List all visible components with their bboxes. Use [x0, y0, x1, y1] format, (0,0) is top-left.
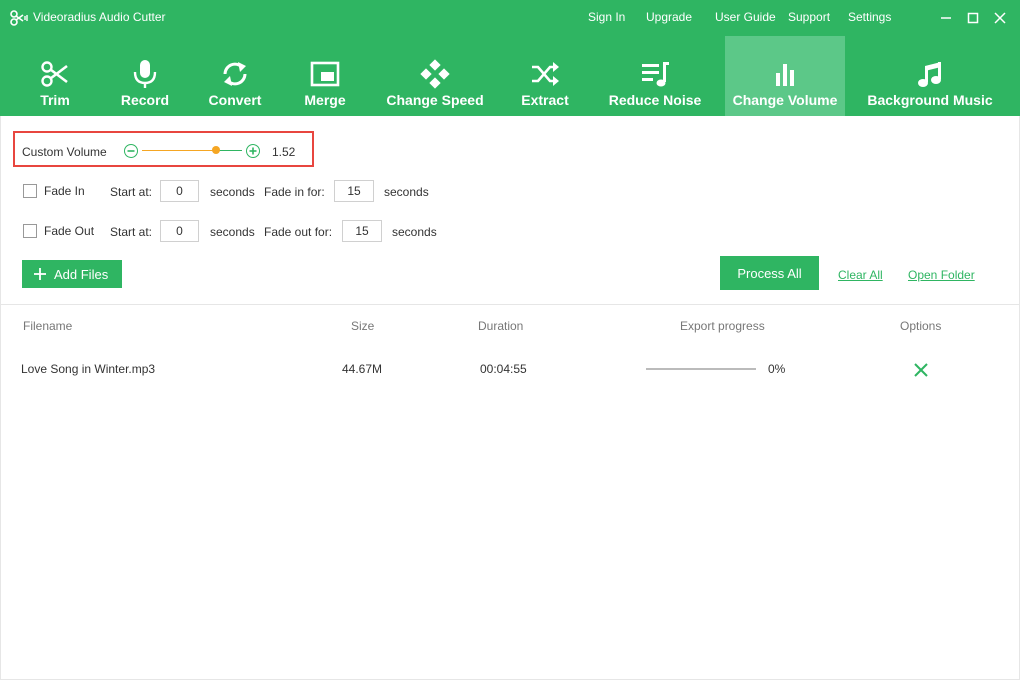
volume-increase-button[interactable]: [246, 144, 260, 158]
tab-change-speed[interactable]: Change Speed: [375, 36, 495, 116]
plus-icon: [34, 268, 46, 280]
maximize-icon[interactable]: [963, 8, 983, 28]
clear-all-link[interactable]: Clear All: [838, 268, 883, 282]
column-duration: Duration: [478, 319, 524, 333]
row-duration: 00:04:55: [480, 362, 527, 376]
app-title: Videoradius Audio Cutter: [33, 10, 166, 24]
add-files-button[interactable]: Add Files: [22, 260, 122, 288]
tab-trim[interactable]: Trim: [15, 36, 95, 116]
fade-in-label: Fade In: [44, 184, 85, 198]
tab-change-volume[interactable]: Change Volume: [725, 36, 845, 116]
row-progress-percent: 0%: [768, 362, 786, 376]
volume-slider-thumb[interactable]: [212, 146, 220, 154]
tab-trim-label: Trim: [40, 92, 70, 108]
fade-in-duration-input[interactable]: [334, 180, 374, 202]
volume-decrease-button[interactable]: [124, 144, 138, 158]
tab-extract[interactable]: Extract: [505, 36, 585, 116]
tab-reduce-noise-label: Reduce Noise: [608, 92, 702, 108]
tab-background-music-label: Background Music: [867, 92, 993, 108]
bar-chart-icon: [776, 64, 794, 86]
tab-record[interactable]: Record: [105, 36, 185, 116]
support-link[interactable]: Support: [788, 10, 830, 24]
tab-background-music[interactable]: Background Music: [855, 36, 1005, 116]
close-icon[interactable]: [990, 8, 1010, 28]
column-export-progress: Export progress: [680, 319, 765, 333]
tab-merge-label: Merge: [304, 92, 346, 108]
upgrade-link[interactable]: Upgrade: [646, 10, 692, 24]
custom-volume-label: Custom Volume: [22, 145, 107, 159]
column-options: Options: [900, 319, 942, 333]
shuffle-icon: [532, 62, 559, 86]
fade-out-duration-input[interactable]: [342, 220, 382, 242]
row-size: 44.67M: [342, 362, 383, 376]
fade-out-duration-unit: seconds: [392, 225, 437, 239]
fade-out-duration-label: Fade out for:: [264, 225, 333, 239]
tab-reduce-noise[interactable]: Reduce Noise: [595, 36, 715, 116]
fade-out-start-label: Start at:: [110, 225, 153, 239]
process-all-button[interactable]: Process All: [720, 256, 819, 290]
tab-change-volume-label: Change Volume: [732, 92, 838, 108]
fade-in-duration-label: Fade in for:: [264, 185, 325, 199]
fade-out-checkbox[interactable]: [23, 224, 37, 238]
tab-change-speed-label: Change Speed: [386, 92, 484, 108]
row-progress-bar: [646, 368, 756, 370]
user-guide-link[interactable]: User Guide: [715, 10, 776, 24]
row-filename: Love Song in Winter.mp3: [21, 362, 156, 376]
open-folder-link[interactable]: Open Folder: [908, 268, 975, 282]
fade-in-start-input[interactable]: [160, 180, 199, 202]
fade-out-start-input[interactable]: [160, 220, 199, 242]
settings-link[interactable]: Settings: [848, 10, 891, 24]
feature-toolbar: Trim Record Convert Merge Change Speed E…: [0, 36, 1020, 116]
volume-slider-fill: [142, 150, 216, 151]
fade-in-duration-unit: seconds: [384, 185, 429, 199]
tab-convert-label: Convert: [208, 92, 262, 108]
microphone-icon: [133, 60, 157, 88]
volume-value: 1.52: [272, 145, 296, 159]
sign-in-link[interactable]: Sign In: [588, 10, 625, 24]
section-divider: [1, 304, 1019, 305]
fade-in-checkbox[interactable]: [23, 184, 37, 198]
fade-out-label: Fade Out: [44, 224, 95, 238]
tab-record-label: Record: [120, 92, 170, 108]
convert-arrows-icon: [223, 62, 247, 86]
main-content: Custom Volume 1.52 Fade In Start at: sec…: [0, 116, 1020, 680]
reduce-noise-icon: [642, 62, 669, 87]
gamepad-icon: [420, 59, 450, 89]
fade-in-start-label: Start at:: [110, 185, 153, 199]
tab-extract-label: Extract: [521, 92, 569, 108]
tab-merge[interactable]: Merge: [285, 36, 365, 116]
fade-in-start-unit: seconds: [210, 185, 255, 199]
fade-out-start-unit: seconds: [210, 225, 255, 239]
tab-convert[interactable]: Convert: [195, 36, 275, 116]
title-bar: Videoradius Audio Cutter Sign In Upgrade…: [0, 0, 1020, 36]
minus-icon: [127, 149, 134, 152]
remove-row-icon[interactable]: [913, 362, 929, 378]
merge-window-icon: [310, 61, 340, 87]
column-filename: Filename: [23, 319, 73, 333]
music-note-icon: [918, 62, 941, 87]
scissors-icon: [41, 61, 68, 87]
minimize-icon[interactable]: [936, 8, 956, 28]
add-files-label: Add Files: [54, 267, 109, 282]
plus-icon: [249, 147, 256, 154]
column-size: Size: [351, 319, 375, 333]
app-logo-icon: [10, 10, 28, 26]
